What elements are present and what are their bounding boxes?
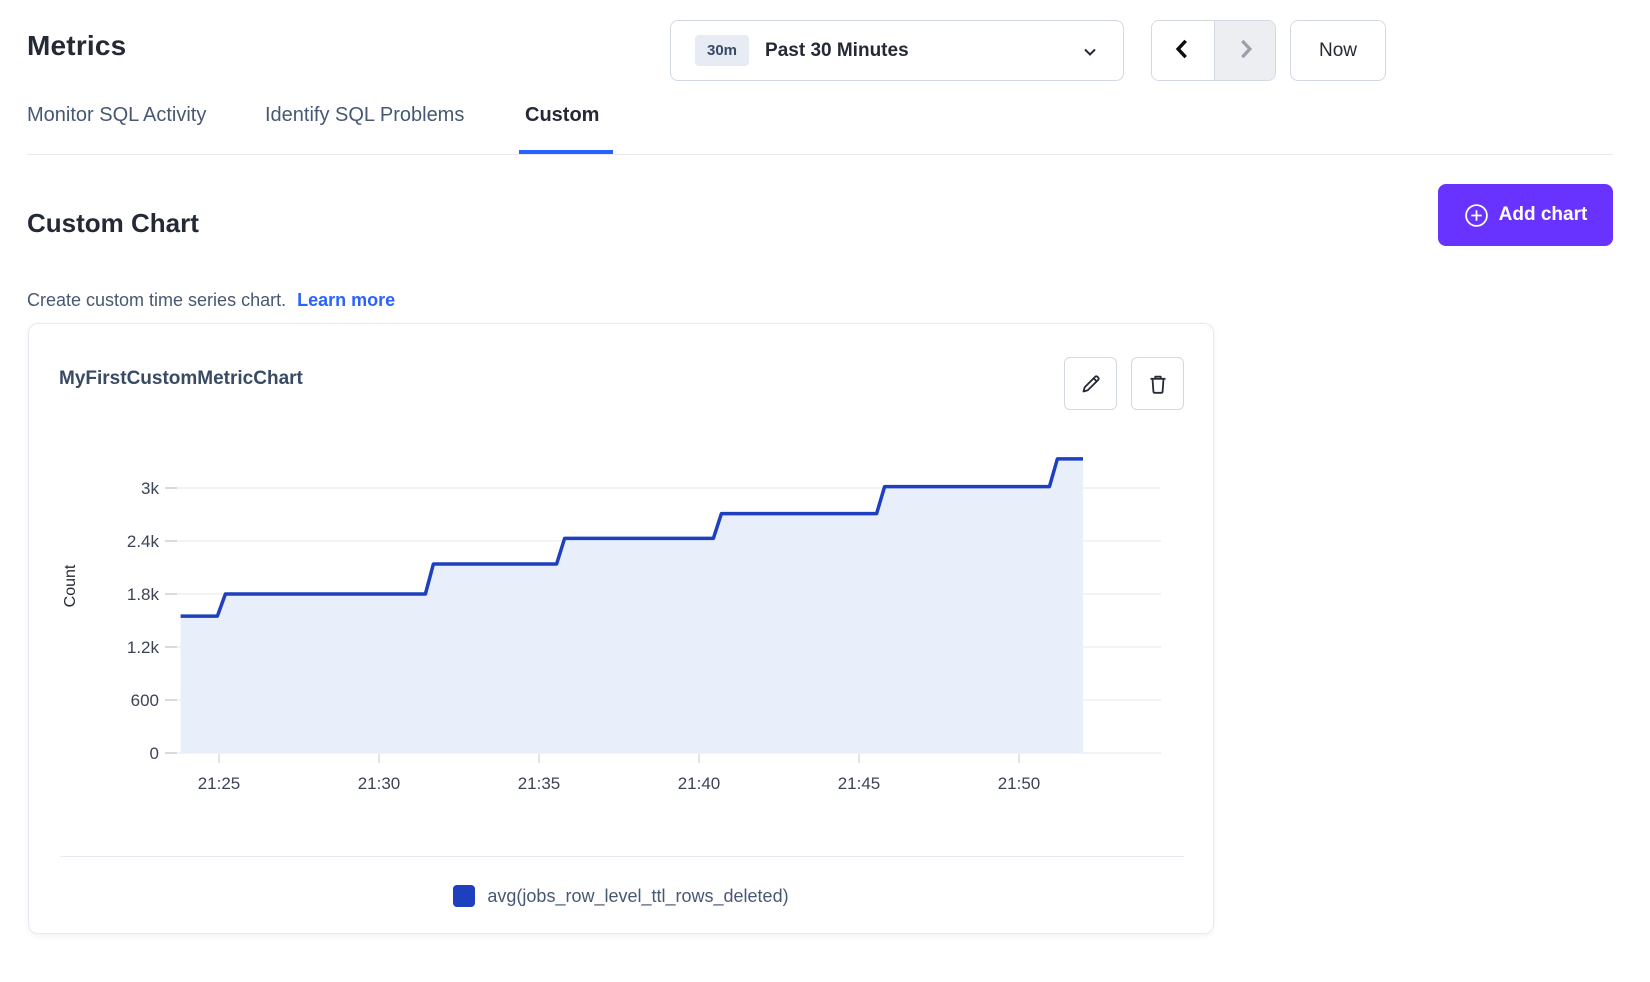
page-title: Metrics	[27, 30, 126, 62]
chart-area-fill	[181, 459, 1083, 753]
delete-chart-button[interactable]	[1131, 357, 1184, 410]
y-tick-label: 1.2k	[127, 638, 160, 657]
chart-title: MyFirstCustomMetricChart	[59, 368, 303, 390]
y-tick-label: 0	[150, 744, 159, 763]
add-chart-button[interactable]: Add chart	[1438, 184, 1613, 246]
tabs-divider	[27, 154, 1613, 155]
metrics-page: Metrics 30m Past 30 Minutes Now Monitor …	[0, 0, 1650, 982]
learn-more-link[interactable]: Learn more	[297, 290, 395, 310]
chart-card: MyFirstCustomMetricChart 0 600 1.2k 1.8k 2.4…	[28, 323, 1214, 934]
x-tick-label: 21:50	[998, 774, 1041, 793]
y-axis-title: Count	[62, 564, 79, 607]
now-button[interactable]: Now	[1290, 20, 1386, 81]
legend-divider	[60, 856, 1184, 857]
edit-chart-button[interactable]	[1064, 357, 1117, 410]
tab-identify-sql-problems[interactable]: Identify SQL Problems	[265, 104, 464, 127]
x-tick-label: 21:45	[838, 774, 881, 793]
tab-custom[interactable]: Custom	[525, 104, 599, 127]
y-tick-label: 1.8k	[127, 585, 160, 604]
x-tick-label: 21:25	[198, 774, 241, 793]
add-chart-label: Add chart	[1499, 204, 1588, 226]
x-tick-label: 21:30	[358, 774, 401, 793]
plus-circle-icon	[1464, 203, 1489, 228]
time-forward-button[interactable]	[1214, 21, 1276, 80]
chart-legend: avg(jobs_row_level_ttl_rows_deleted)	[29, 885, 1213, 907]
trash-icon	[1146, 372, 1170, 396]
time-range-badge: 30m	[695, 35, 749, 66]
time-range-dropdown[interactable]: 30m Past 30 Minutes	[670, 20, 1124, 81]
x-tick-label: 21:35	[518, 774, 561, 793]
chevron-left-icon	[1170, 36, 1196, 65]
section-subtitle: Create custom time series chart. Learn m…	[27, 290, 395, 311]
tabs: Monitor SQL Activity Identify SQL Proble…	[0, 104, 1650, 136]
time-nav-arrows	[1151, 20, 1276, 81]
y-tick-label: 600	[131, 691, 159, 710]
chevron-down-icon	[1081, 43, 1099, 66]
y-tick-label: 2.4k	[127, 532, 160, 551]
section-subtitle-text: Create custom time series chart.	[27, 290, 286, 310]
legend-swatch	[453, 885, 475, 907]
pencil-icon	[1079, 372, 1103, 396]
x-tick-label: 21:40	[678, 774, 721, 793]
y-tick-label: 3k	[141, 479, 159, 498]
custom-chart[interactable]: 0 600 1.2k 1.8k 2.4k 3k 21:25 21:30 21:35 21:40 21…	[61, 421, 1181, 801]
time-back-button[interactable]	[1152, 21, 1214, 80]
chevron-right-icon	[1232, 36, 1258, 65]
legend-label: avg(jobs_row_level_ttl_rows_deleted)	[487, 886, 788, 907]
time-range-label: Past 30 Minutes	[765, 40, 909, 62]
tab-monitor-sql-activity[interactable]: Monitor SQL Activity	[27, 104, 206, 127]
section-title: Custom Chart	[27, 208, 199, 239]
